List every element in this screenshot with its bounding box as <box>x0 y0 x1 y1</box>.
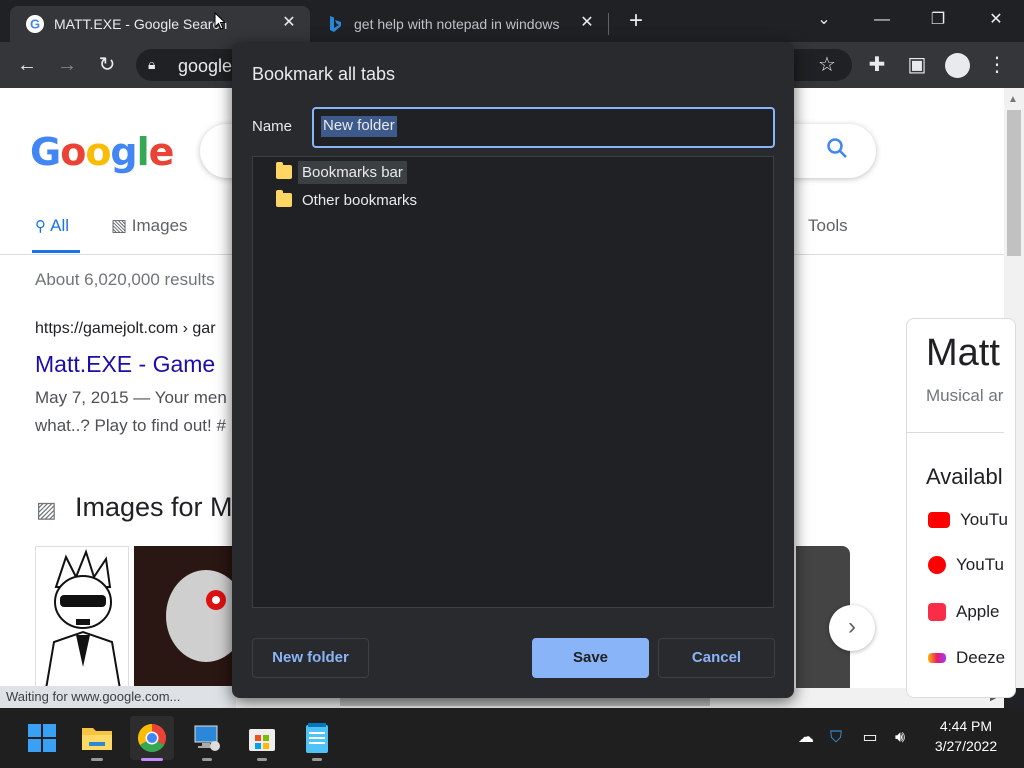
youtube-music-icon <box>928 556 946 574</box>
result-url[interactable]: https://gamejolt.com › gar <box>35 320 216 338</box>
knowledge-panel-subtitle: Musical ar <box>926 386 1004 405</box>
folder-icon <box>276 162 292 179</box>
menu-kebab-icon[interactable]: ⋮ <box>984 52 1010 78</box>
service-label: Apple <box>956 602 1000 621</box>
tab-google-search[interactable]: G MATT.EXE - Google Search ✕ <box>10 6 310 42</box>
result-title-link[interactable]: Matt.EXE - Game <box>35 351 215 378</box>
tab-images[interactable]: ▧ Images <box>111 216 188 236</box>
side-panel-icon[interactable]: ▣ <box>904 52 930 78</box>
bing-icon <box>330 16 341 32</box>
extensions-icon[interactable]: ✚ <box>864 52 890 78</box>
reload-icon[interactable]: ↻ <box>94 52 120 78</box>
cancel-button[interactable]: Cancel <box>658 638 775 678</box>
tab-all-label: All <box>50 216 70 235</box>
dialog-title: Bookmark all tabs <box>252 64 396 84</box>
service-link-youtube[interactable]: YouTu <box>928 510 1008 530</box>
store-icon[interactable] <box>240 716 284 760</box>
mouse-cursor-icon <box>214 12 226 30</box>
available-on-heading: Availabl <box>926 464 1003 489</box>
scroll-up-icon[interactable]: ▲ <box>1008 94 1018 105</box>
running-indicator <box>91 758 103 761</box>
close-tab-icon[interactable]: ✕ <box>280 14 298 32</box>
running-indicator <box>257 758 267 761</box>
tab-images-label: Images <box>131 216 188 235</box>
save-button[interactable]: Save <box>532 638 649 678</box>
knowledge-panel-divider <box>907 432 1004 433</box>
status-bubble: Waiting for www.google.com... <box>0 686 236 708</box>
start-icon[interactable] <box>20 716 64 760</box>
volume-icon[interactable]: 🔊︎ <box>888 726 912 750</box>
new-folder-button[interactable]: New folder <box>252 638 369 678</box>
tab-title: get help with notepad in windows <box>354 16 560 32</box>
search-icon[interactable] <box>820 134 854 168</box>
minimize-icon[interactable]: — <box>864 6 900 34</box>
restore-icon[interactable]: ❐ <box>920 6 956 34</box>
tab-separator <box>608 13 609 35</box>
tab-search-icon[interactable]: ⌄ <box>806 6 842 34</box>
forward-icon[interactable]: → <box>54 52 80 78</box>
folder-icon <box>276 190 292 207</box>
knowledge-panel <box>906 318 1016 698</box>
tree-item-other-bookmarks[interactable]: Other bookmarks <box>276 187 417 213</box>
google-logo[interactable]: Google <box>30 130 174 175</box>
chevron-right-icon[interactable]: › <box>829 605 875 651</box>
result-count: About 6,020,000 results <box>35 270 215 289</box>
images-heading[interactable]: Images for M <box>75 492 233 523</box>
address-text[interactable]: google <box>178 56 232 77</box>
service-label: YouTu <box>960 510 1008 529</box>
file-explorer-icon[interactable] <box>75 716 119 760</box>
lock-icon[interactable]: 🔒︎ <box>148 56 155 73</box>
tab-all[interactable]: ⚲ All <box>35 216 69 236</box>
name-label: Name <box>252 118 293 135</box>
svg-text:G: G <box>30 17 40 32</box>
notepad-icon[interactable] <box>295 716 339 760</box>
deezer-icon <box>928 653 946 663</box>
folder-name-selected-text[interactable]: New folder <box>321 116 397 137</box>
tab-bing[interactable]: get help with notepad in windows ✕ <box>318 6 608 42</box>
active-tab-indicator <box>32 250 80 253</box>
scrollbar-thumb[interactable] <box>1007 110 1021 256</box>
result-snippet: what..? Play to find out! # <box>35 416 226 435</box>
running-indicator <box>202 758 212 761</box>
image-result-thumbnail[interactable] <box>134 546 232 688</box>
new-tab-icon[interactable]: + <box>624 9 648 33</box>
active-indicator <box>141 758 163 761</box>
service-link-deezer[interactable]: Deeze <box>928 648 1005 668</box>
google-g-icon: G <box>26 15 44 33</box>
tab-tools[interactable]: Tools <box>808 216 848 236</box>
close-window-icon[interactable]: ✕ <box>978 6 1014 34</box>
chrome-icon[interactable] <box>130 716 174 760</box>
tab-title: MATT.EXE - Google Search <box>54 16 228 32</box>
image-result-thumbnail[interactable] <box>35 546 129 688</box>
result-snippet: May 7, 2015 — Your men <box>35 388 227 407</box>
image-section-icon: ▨ <box>36 497 57 522</box>
service-link-youtube-music[interactable]: YouTu <box>928 555 1004 575</box>
apple-music-icon <box>928 603 946 621</box>
tree-item-label: Other bookmarks <box>302 191 418 209</box>
back-icon[interactable]: ← <box>14 52 40 78</box>
close-tab-icon[interactable]: ✕ <box>578 14 596 32</box>
service-label: YouTu <box>956 555 1004 574</box>
defender-shield-icon[interactable]: ⛉ <box>824 726 848 750</box>
knowledge-panel-title: Matt <box>926 332 1000 374</box>
search-small-icon: ⚲ <box>35 218 51 235</box>
onedrive-icon[interactable]: ☁ <box>794 726 818 750</box>
service-link-apple-music[interactable]: Apple <box>928 602 999 622</box>
network-icon[interactable]: ▭ <box>858 726 882 750</box>
service-label: Deeze <box>956 648 1006 667</box>
profile-avatar-icon[interactable] <box>945 53 970 78</box>
youtube-icon <box>928 512 950 528</box>
bookmark-folder-tree[interactable] <box>252 156 774 608</box>
clock-time[interactable]: 4:44 PM <box>916 718 1016 734</box>
clock-date[interactable]: 3/27/2022 <box>916 738 1016 754</box>
horizontal-scrollbar-thumb[interactable] <box>340 698 710 706</box>
tree-item-bookmarks-bar[interactable]: Bookmarks bar <box>276 159 407 185</box>
tree-item-label: Bookmarks bar <box>298 160 407 184</box>
running-indicator <box>312 758 322 761</box>
bookmark-star-icon[interactable]: ☆ <box>814 52 840 78</box>
network-pc-icon[interactable] <box>185 716 229 760</box>
image-icon: ▧ <box>111 216 132 235</box>
